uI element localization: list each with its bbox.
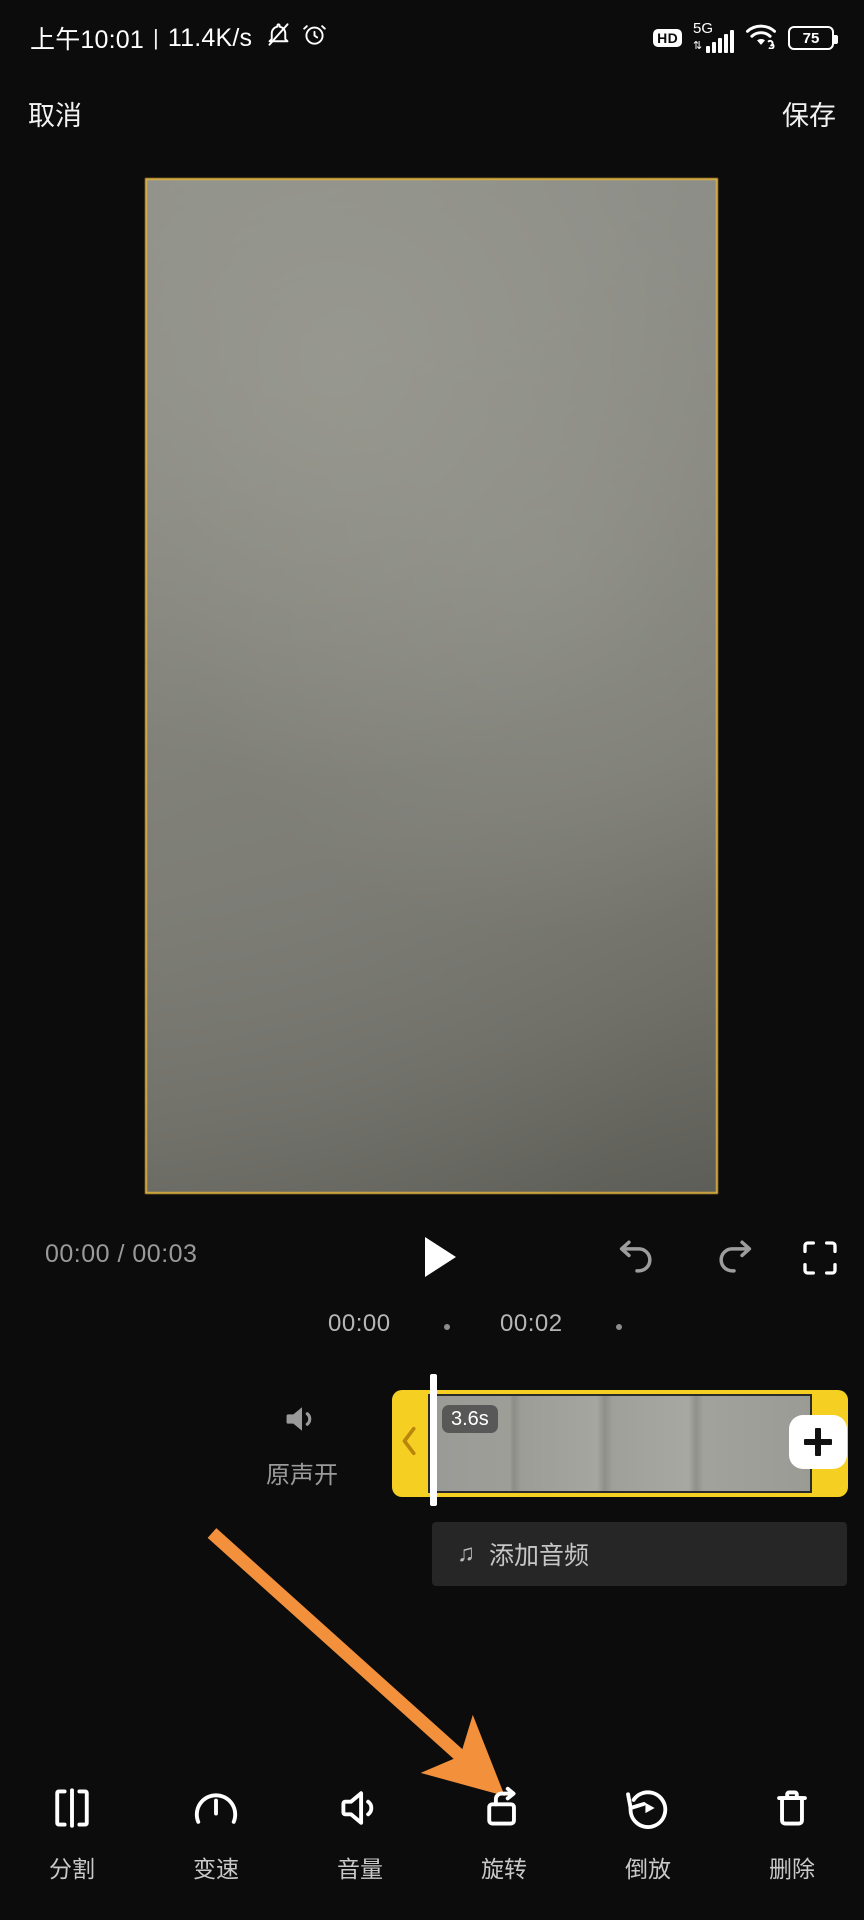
bell-muted-icon [265, 21, 292, 55]
speed-icon [192, 1784, 240, 1832]
toolbar-item-delete[interactable]: 删除 [720, 1760, 864, 1920]
undo-icon[interactable] [615, 1236, 659, 1280]
toolbar-label-split: 分割 [49, 1856, 95, 1882]
hd-badge: HD [653, 29, 682, 47]
play-button[interactable] [420, 1234, 460, 1280]
toolbar-item-speed[interactable]: 变速 [144, 1760, 288, 1920]
alarm-clock-icon [301, 21, 328, 55]
toolbar-label-volume: 音量 [337, 1856, 383, 1882]
music-note-icon: ♫ [457, 1540, 475, 1567]
plus-icon [804, 1428, 832, 1456]
volume-icon [336, 1784, 384, 1832]
video-preview[interactable] [145, 178, 718, 1194]
ruler-tick-dot-3 [616, 1324, 622, 1330]
delete-icon [768, 1784, 816, 1832]
toolbar-item-volume[interactable]: 音量 [288, 1760, 432, 1920]
add-audio-label: 添加音频 [489, 1542, 590, 1570]
network-type-label: 5G [693, 20, 714, 37]
chevron-left-icon [399, 1425, 421, 1462]
wifi-icon [745, 23, 777, 54]
battery-icon: 75 [788, 26, 838, 50]
original-sound-label: 原声开 [266, 1462, 338, 1489]
clip-trim-handle-left[interactable] [392, 1390, 428, 1497]
status-bar-left: 上午10:01 | 11.4K/s [30, 20, 328, 56]
data-arrows-icon: ⇅ [693, 40, 703, 52]
ruler-label-2: 00:02 [500, 1310, 563, 1337]
timeline-ruler[interactable]: 00:00 00:02 [0, 1310, 864, 1356]
original-sound-toggle[interactable]: 原声开 [257, 1402, 347, 1490]
ruler-label-0: 00:00 [328, 1310, 391, 1337]
video-clip[interactable]: 3.6s [392, 1390, 848, 1497]
speaker-on-icon [281, 1407, 323, 1440]
playback-time: 00:00 / 00:03 [45, 1240, 198, 1268]
redo-icon[interactable] [712, 1236, 756, 1280]
toolbar-item-rotate[interactable]: 旋转 [432, 1760, 576, 1920]
status-network-speed: 11.4K/s [167, 23, 253, 52]
toolbar-item-split[interactable]: 分割 [0, 1760, 144, 1920]
reverse-icon [624, 1784, 672, 1832]
toolbar-label-delete: 删除 [769, 1856, 815, 1882]
split-icon [48, 1784, 96, 1832]
timeline-track-row: 原声开 3.6s [0, 1374, 864, 1506]
signal-bars-icon: 5G ⇅ [693, 20, 734, 53]
add-clip-button[interactable] [789, 1415, 847, 1469]
battery-level: 75 [802, 29, 820, 47]
playhead[interactable] [430, 1374, 437, 1506]
player-controls: 00:00 / 00:03 [0, 1230, 864, 1290]
top-bar: 取消 保存 [0, 76, 864, 166]
status-separator: | [152, 25, 159, 50]
app-screen: 上午10:01 | 11.4K/s HD 5G ⇅ 75 取消 保存 00:00… [0, 0, 864, 1920]
status-bar: 上午10:01 | 11.4K/s HD 5G ⇅ 75 [0, 0, 864, 76]
toolbar-label-speed: 变速 [193, 1856, 239, 1882]
cancel-button[interactable]: 取消 [28, 94, 82, 133]
bottom-toolbar: 分割 变速 音量 旋转 倒放 删除 [0, 1760, 864, 1920]
fullscreen-icon[interactable] [800, 1238, 840, 1278]
status-time: 上午10:01 [30, 26, 144, 54]
add-audio-button[interactable]: ♫ 添加音频 [432, 1522, 847, 1586]
status-bar-right: HD 5G ⇅ 75 [653, 20, 838, 54]
toolbar-item-reverse[interactable]: 倒放 [576, 1760, 720, 1920]
toolbar-label-rotate: 旋转 [481, 1856, 527, 1882]
ruler-tick-dot-1 [444, 1324, 450, 1330]
rotate-icon [480, 1784, 528, 1832]
toolbar-label-reverse: 倒放 [625, 1856, 671, 1882]
clip-thumbnail-strip[interactable]: 3.6s [428, 1394, 812, 1493]
save-button[interactable]: 保存 [782, 94, 836, 133]
clip-duration-badge: 3.6s [442, 1405, 498, 1433]
